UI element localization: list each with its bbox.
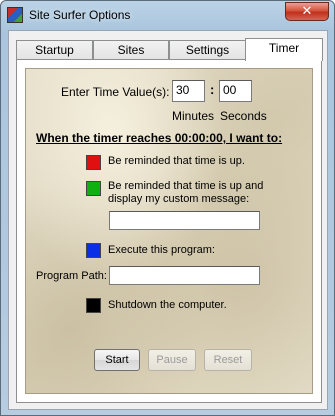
custom-message-input[interactable] — [109, 211, 260, 230]
remind-custom-option-label-line2: display my custom message: — [108, 193, 250, 205]
tab-timer[interactable]: Timer — [245, 38, 323, 61]
tab-sites[interactable]: Sites — [93, 40, 169, 60]
window-title: Site Surfer Options — [29, 8, 131, 22]
parchment-background: Enter Time Value(s): 30 : 00 Minutes Sec… — [25, 68, 313, 394]
reset-button[interactable]: Reset — [204, 349, 252, 371]
blue-execute-option-icon[interactable] — [86, 243, 101, 258]
time-separator: : — [210, 82, 215, 97]
tab-startup[interactable]: Startup — [16, 40, 93, 60]
pause-button[interactable]: Pause — [148, 349, 196, 371]
seconds-input[interactable]: 00 — [219, 80, 252, 102]
dialog-client-area: Startup Sites Settings Timer Enter Time … — [8, 30, 328, 410]
green-remind-custom-option-icon[interactable] — [86, 181, 101, 196]
start-button[interactable]: Start — [94, 349, 140, 371]
close-button[interactable]: ✕ — [285, 2, 329, 21]
seconds-label: Seconds — [220, 109, 267, 123]
shutdown-option-label: Shutdown the computer. — [108, 299, 227, 311]
timer-tab-panel: Enter Time Value(s): 30 : 00 Minutes Sec… — [16, 59, 322, 403]
app-icon — [7, 7, 23, 23]
red-remind-option-icon[interactable] — [86, 155, 101, 170]
remind-option-label: Be reminded that time is up. — [108, 155, 245, 167]
black-shutdown-option-icon[interactable] — [86, 298, 101, 313]
enter-time-label: Enter Time Value(s): — [61, 85, 170, 99]
app-window: Site Surfer Options ✕ Startup Sites Sett… — [0, 0, 335, 416]
minutes-label: Minutes — [172, 109, 215, 123]
tab-settings[interactable]: Settings — [169, 40, 246, 60]
tab-strip: Startup Sites Settings Timer — [16, 38, 323, 61]
remind-custom-option-label-line1: Be reminded that time is up and — [108, 180, 264, 192]
program-path-label: Program Path: — [36, 270, 107, 282]
execute-option-label: Execute this program: — [108, 244, 215, 256]
program-path-input[interactable] — [109, 266, 260, 285]
title-bar[interactable]: Site Surfer Options ✕ — [1, 1, 334, 29]
minutes-input[interactable]: 30 — [172, 80, 205, 102]
timer-action-heading: When the timer reaches 00:00:00, I want … — [36, 131, 283, 145]
